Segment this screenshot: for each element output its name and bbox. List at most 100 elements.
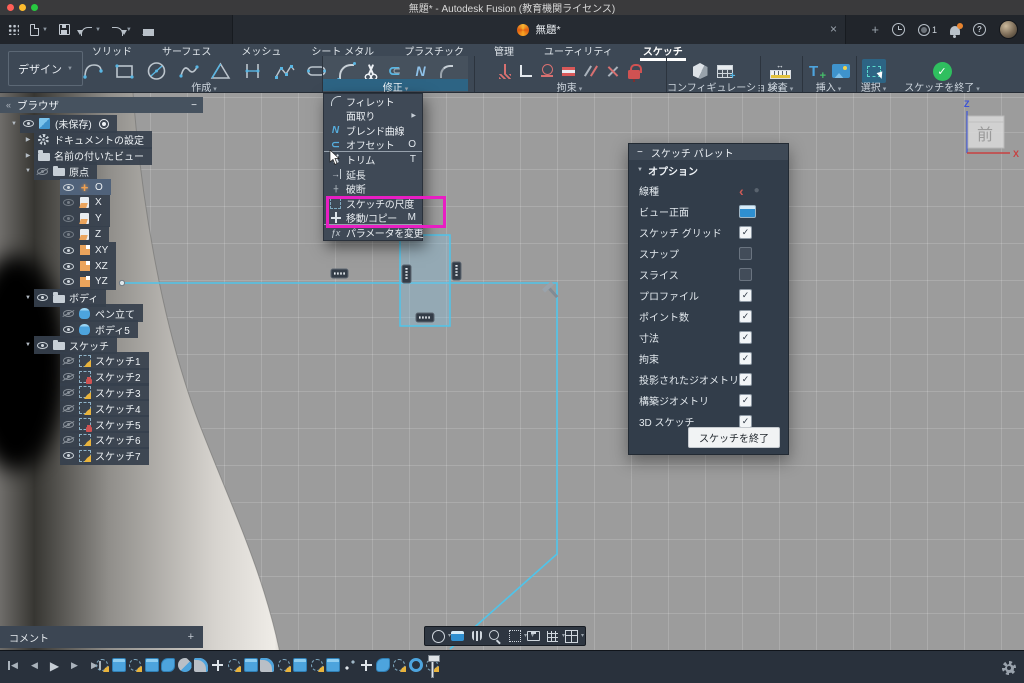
visibility-eye-icon[interactable] bbox=[37, 342, 48, 349]
play-icon[interactable] bbox=[48, 659, 61, 672]
browser-tree-row[interactable]: スケッチ3 bbox=[0, 385, 203, 401]
help-icon[interactable] bbox=[973, 23, 986, 36]
visibility-eye-icon[interactable] bbox=[63, 278, 74, 285]
nav-tool-icon[interactable] bbox=[469, 629, 484, 643]
timeline-feature-icon[interactable] bbox=[311, 659, 323, 671]
visibility-eye-icon[interactable] bbox=[63, 326, 74, 333]
timeline-playhead[interactable] bbox=[431, 655, 434, 678]
browser-tree-row[interactable]: スケッチ7 bbox=[0, 448, 203, 464]
extend-corner-icon[interactable] bbox=[440, 65, 453, 78]
comment-bar[interactable]: コメント + bbox=[0, 626, 203, 648]
add-comment-icon[interactable]: + bbox=[188, 631, 194, 643]
app-grid-icon[interactable] bbox=[8, 24, 19, 35]
minimize-window-button[interactable] bbox=[19, 4, 26, 11]
visibility-eye-icon[interactable] bbox=[63, 263, 74, 270]
menu-item[interactable]: 破断 bbox=[324, 182, 422, 197]
timeline-feature-icon[interactable] bbox=[96, 659, 108, 671]
browser-tree-row[interactable]: スケッチ2 bbox=[0, 369, 203, 385]
timeline-feature-icon[interactable] bbox=[376, 658, 390, 672]
palette-row-control[interactable] bbox=[739, 310, 752, 323]
visibility-eye-icon[interactable] bbox=[63, 452, 74, 459]
step-back-icon[interactable] bbox=[28, 659, 41, 672]
tree-chevron-icon[interactable] bbox=[22, 295, 34, 301]
configure-cube-icon[interactable] bbox=[693, 63, 708, 79]
visibility-eye-icon[interactable] bbox=[63, 421, 74, 428]
redo-icon[interactable] bbox=[112, 27, 123, 36]
fillet-icon[interactable] bbox=[339, 64, 354, 79]
browser-tree-row[interactable]: ドキュメントの設定 bbox=[0, 132, 203, 148]
configuration-table-icon[interactable] bbox=[717, 65, 733, 78]
collapse-panel-icon[interactable]: « bbox=[6, 100, 11, 110]
browser-tree-row[interactable]: 原点 bbox=[0, 163, 203, 179]
visibility-eye-icon[interactable] bbox=[63, 199, 74, 206]
zoom-window-button[interactable] bbox=[31, 4, 38, 11]
visibility-eye-icon[interactable] bbox=[63, 247, 74, 254]
lock-constraint-icon[interactable] bbox=[628, 70, 640, 79]
equal-constraint-icon[interactable] bbox=[562, 67, 575, 76]
undo-caret-icon[interactable]: ▼ bbox=[95, 27, 101, 33]
minimize-panel-icon[interactable]: − bbox=[191, 100, 197, 111]
visibility-eye-icon[interactable] bbox=[63, 389, 74, 396]
blend-curve-icon[interactable] bbox=[415, 63, 431, 79]
browser-tree-row[interactable]: XZ bbox=[0, 258, 203, 274]
nav-tool-icon[interactable] bbox=[545, 629, 560, 643]
select-group-label[interactable]: 選択 bbox=[857, 79, 890, 91]
visibility-eye-icon[interactable] bbox=[63, 310, 74, 317]
visibility-eye-icon[interactable] bbox=[63, 405, 74, 412]
browser-tree-row[interactable]: スケッチ bbox=[0, 337, 203, 353]
timeline-feature-icon[interactable] bbox=[260, 658, 274, 672]
timeline-feature-icon[interactable] bbox=[293, 658, 307, 672]
create-group-label[interactable]: 作成 bbox=[88, 79, 320, 91]
browser-tree-row[interactable]: XY bbox=[0, 242, 203, 258]
timeline-feature-icon[interactable] bbox=[393, 659, 405, 671]
finish-sketch-label[interactable]: スケッチを終了 bbox=[892, 79, 992, 91]
undo-icon[interactable] bbox=[81, 27, 92, 36]
notifications-bell-icon[interactable] bbox=[950, 26, 960, 35]
browser-tree-row[interactable]: Z bbox=[0, 227, 203, 243]
browser-tree-row[interactable]: X bbox=[0, 195, 203, 211]
palette-options-section[interactable]: オプション bbox=[629, 160, 788, 180]
palette-header[interactable]: − スケッチ パレット bbox=[629, 144, 788, 160]
browser-tree-row[interactable]: ボディ5 bbox=[0, 321, 203, 337]
browser-tree-row[interactable]: O bbox=[0, 179, 203, 195]
timeline-feature-icon[interactable] bbox=[145, 658, 159, 672]
browser-tree-row[interactable]: (未保存) bbox=[0, 116, 203, 132]
new-file-icon[interactable] bbox=[30, 24, 39, 36]
browser-tree-row[interactable]: Y bbox=[0, 211, 203, 227]
document-tab[interactable]: 無題* × bbox=[232, 15, 846, 44]
symmetry-constraint-icon[interactable] bbox=[606, 65, 619, 78]
palette-row-control[interactable] bbox=[739, 205, 756, 218]
visibility-eye-icon[interactable] bbox=[37, 294, 48, 301]
browser-tree-row[interactable]: スケッチ4 bbox=[0, 400, 203, 416]
palette-row-control[interactable] bbox=[739, 247, 752, 260]
timeline-feature-icon[interactable] bbox=[194, 658, 208, 672]
timeline-feature-icon[interactable] bbox=[129, 659, 141, 671]
timeline-feature-icon[interactable] bbox=[409, 658, 423, 672]
file-caret-icon[interactable]: ▼ bbox=[42, 27, 48, 33]
offset-icon[interactable] bbox=[388, 62, 406, 80]
palette-row-control[interactable] bbox=[739, 352, 752, 365]
timeline-feature-icon[interactable] bbox=[211, 658, 225, 672]
tree-chevron-icon[interactable] bbox=[22, 152, 34, 159]
nav-tool-icon[interactable] bbox=[526, 629, 541, 643]
visibility-eye-icon[interactable] bbox=[63, 436, 74, 443]
macos-traffic-lights[interactable] bbox=[7, 4, 38, 11]
palette-row-control[interactable] bbox=[739, 185, 760, 196]
parallel-constraint-icon[interactable] bbox=[584, 64, 597, 78]
configuration-group-label[interactable]: コンフィギュレーション bbox=[667, 79, 758, 91]
constraints-group-label[interactable]: 拘束 bbox=[475, 79, 664, 91]
finish-sketch-check-icon[interactable] bbox=[933, 62, 952, 81]
insert-image-icon[interactable] bbox=[832, 64, 850, 78]
nav-tool-icon[interactable] bbox=[450, 629, 465, 643]
save-icon[interactable] bbox=[59, 24, 70, 35]
palette-row-control[interactable] bbox=[739, 268, 752, 281]
activate-component-icon[interactable] bbox=[99, 119, 109, 129]
workspace-selector[interactable]: デザイン▼ bbox=[8, 51, 83, 86]
browser-tree-row[interactable]: ペン立て bbox=[0, 306, 203, 322]
browser-tree-row[interactable]: YZ bbox=[0, 274, 203, 290]
browser-header[interactable]: « ブラウザ − bbox=[0, 97, 203, 113]
visibility-eye-icon[interactable] bbox=[63, 373, 74, 380]
timeline-settings-gear-icon[interactable] bbox=[1002, 661, 1016, 675]
visibility-eye-icon[interactable] bbox=[63, 215, 74, 222]
tree-chevron-icon[interactable] bbox=[22, 136, 34, 143]
